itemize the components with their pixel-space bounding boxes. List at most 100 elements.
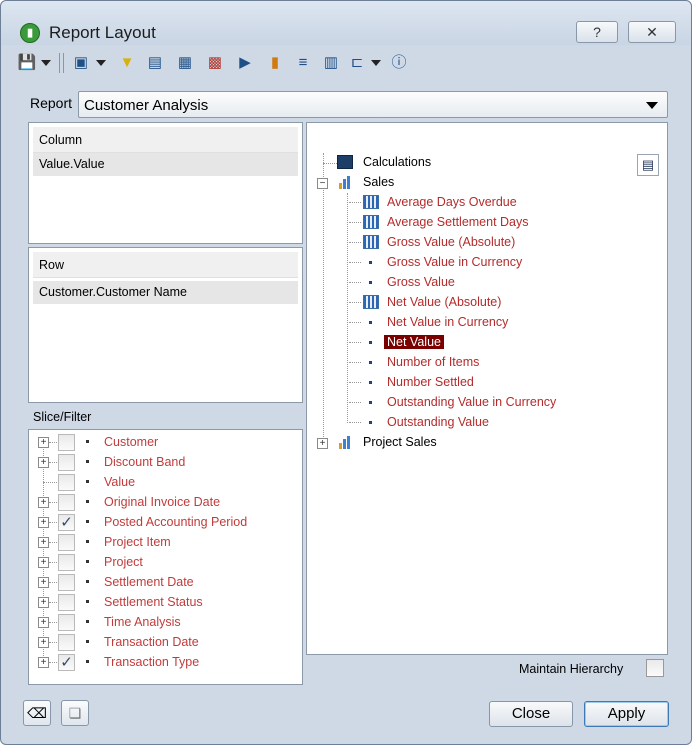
tree-node-label: Gross Value <box>387 275 455 289</box>
tree-node-measure[interactable]: Outstanding Value <box>349 413 659 433</box>
filter-label: Transaction Date <box>104 635 199 649</box>
tree-node-measure[interactable]: Net Value in Currency <box>349 313 659 333</box>
save-icon[interactable]: 💾 <box>17 53 37 73</box>
tree-node-measure[interactable]: Gross Value <box>349 273 659 293</box>
bar-chart-icon[interactable]: ▮ <box>265 53 285 73</box>
expand-icon[interactable]: + <box>38 537 49 548</box>
chevron-down-icon[interactable] <box>646 102 658 109</box>
layers-icon[interactable]: ❏ <box>61 700 89 726</box>
close-window-button[interactable]: ✕ <box>628 21 676 43</box>
tree-node-label: Gross Value (Absolute) <box>387 235 516 249</box>
tree-node-measure[interactable]: Gross Value in Currency <box>349 253 659 273</box>
filter-checkbox[interactable] <box>58 594 75 611</box>
save-dropdown-arrow[interactable] <box>41 60 51 66</box>
bullet-icon <box>86 480 89 483</box>
filter-checkbox[interactable] <box>58 534 75 551</box>
expand-icon[interactable]: + <box>38 557 49 568</box>
expand-icon[interactable]: + <box>38 457 49 468</box>
filter-checkbox[interactable] <box>58 634 75 651</box>
tree-node-measure[interactable]: Number Settled <box>349 373 659 393</box>
row-item[interactable]: Customer.Customer Name <box>33 281 298 304</box>
expand-icon[interactable]: + <box>38 517 49 528</box>
help-list-dropdown-arrow[interactable] <box>96 60 106 66</box>
tree-node-sales[interactable]: Sales <box>337 173 537 193</box>
report-select-value: Customer Analysis <box>84 97 209 114</box>
column-panel[interactable]: Column Value.Value <box>28 122 303 244</box>
tree-node-measure-selected[interactable]: Net Value <box>349 333 659 353</box>
filter-checkbox[interactable] <box>58 474 75 491</box>
tree-node-label: Average Settlement Days <box>387 215 529 229</box>
filter-row: + Settlement Date <box>29 573 299 593</box>
bullet-icon <box>86 580 89 583</box>
tree-node-calculations[interactable]: Calculations <box>337 153 537 173</box>
tree-connector <box>349 242 361 243</box>
expand-icon[interactable]: + <box>38 597 49 608</box>
bullet-icon <box>369 421 372 424</box>
filter-checkbox-checked[interactable]: ✓ <box>58 654 75 671</box>
bullet-icon <box>369 261 372 264</box>
tree-node-measure[interactable]: Gross Value (Absolute) <box>349 233 659 253</box>
tree-connector <box>349 282 361 283</box>
table-icon[interactable]: ▦ <box>175 53 195 73</box>
toolbar-separator <box>63 53 64 73</box>
column-item[interactable]: Value.Value <box>33 153 298 176</box>
tree-node-label: Number Settled <box>387 375 474 389</box>
columns-icon[interactable]: ▥ <box>321 53 341 73</box>
filter-funnel-icon[interactable]: ▼ <box>117 53 137 73</box>
help-list-icon[interactable]: ▣ <box>71 53 91 73</box>
tree-node-label: Project Sales <box>363 435 437 449</box>
filter-checkbox[interactable] <box>58 434 75 451</box>
filter-checkbox-checked[interactable]: ✓ <box>58 514 75 531</box>
report-select[interactable]: Customer Analysis <box>78 91 668 118</box>
filter-checkbox[interactable] <box>58 614 75 631</box>
tree-node-label: Gross Value in Currency <box>387 255 523 269</box>
bullet-icon <box>86 540 89 543</box>
tree-node-measure[interactable]: Number of Items <box>349 353 659 373</box>
tree-node-measure[interactable]: Average Settlement Days <box>349 213 659 233</box>
bullet-icon <box>369 381 372 384</box>
expand-icon[interactable]: + <box>38 497 49 508</box>
tree-node-measure[interactable]: Average Days Overdue <box>349 193 659 213</box>
sort-list-icon[interactable]: ≡ <box>293 53 313 73</box>
filter-checkbox[interactable] <box>58 454 75 471</box>
tree-connector <box>349 422 361 423</box>
filter-row: + Settlement Status <box>29 593 299 613</box>
expand-icon[interactable]: + <box>38 617 49 628</box>
column-panel-header: Column <box>33 127 298 153</box>
play-table-icon[interactable]: ▶ <box>235 53 255 73</box>
row-panel[interactable]: Row Customer.Customer Name <box>28 247 303 403</box>
expand-icon[interactable]: + <box>38 437 49 448</box>
measure-icon <box>363 235 379 249</box>
filter-checkbox[interactable] <box>58 554 75 571</box>
expand-icon[interactable]: + <box>38 637 49 648</box>
filter-row: + Customer <box>29 433 299 453</box>
tree-node-measure[interactable]: Outstanding Value in Currency <box>349 393 659 413</box>
eraser-icon[interactable]: ⌫ <box>23 700 51 726</box>
layout-icon[interactable]: ▤ <box>145 53 165 73</box>
expand-icon[interactable]: + <box>38 577 49 588</box>
tree-options-icon[interactable]: ▤ <box>637 154 659 176</box>
apply-button[interactable]: Apply <box>584 701 669 727</box>
tree-guide-line <box>347 193 348 423</box>
filter-checkbox[interactable] <box>58 574 75 591</box>
tree-connector <box>349 302 361 303</box>
filter-checkbox[interactable] <box>58 494 75 511</box>
bullet-icon <box>86 640 89 643</box>
collapse-icon[interactable]: − <box>317 178 328 189</box>
hierarchy-icon[interactable]: ⊏ <box>347 53 367 73</box>
filter-label: Posted Accounting Period <box>104 515 248 529</box>
help-button[interactable]: ? <box>576 21 618 43</box>
tree-node-label: Sales <box>363 175 395 189</box>
filter-label: Customer <box>104 435 159 449</box>
maintain-hierarchy-checkbox[interactable] <box>646 659 664 677</box>
filter-label: Settlement Status <box>104 595 203 609</box>
tree-node-measure[interactable]: Net Value (Absolute) <box>349 293 659 313</box>
expand-icon[interactable]: + <box>317 438 328 449</box>
bullet-icon <box>369 321 372 324</box>
tree-node-project-sales[interactable]: Project Sales <box>337 433 537 453</box>
info-icon[interactable]: ⓘ <box>389 53 409 73</box>
hierarchy-dropdown-arrow[interactable] <box>371 60 381 66</box>
close-button[interactable]: Close <box>489 701 573 727</box>
expand-icon[interactable]: + <box>38 657 49 668</box>
grid-color-icon[interactable]: ▩ <box>205 53 225 73</box>
